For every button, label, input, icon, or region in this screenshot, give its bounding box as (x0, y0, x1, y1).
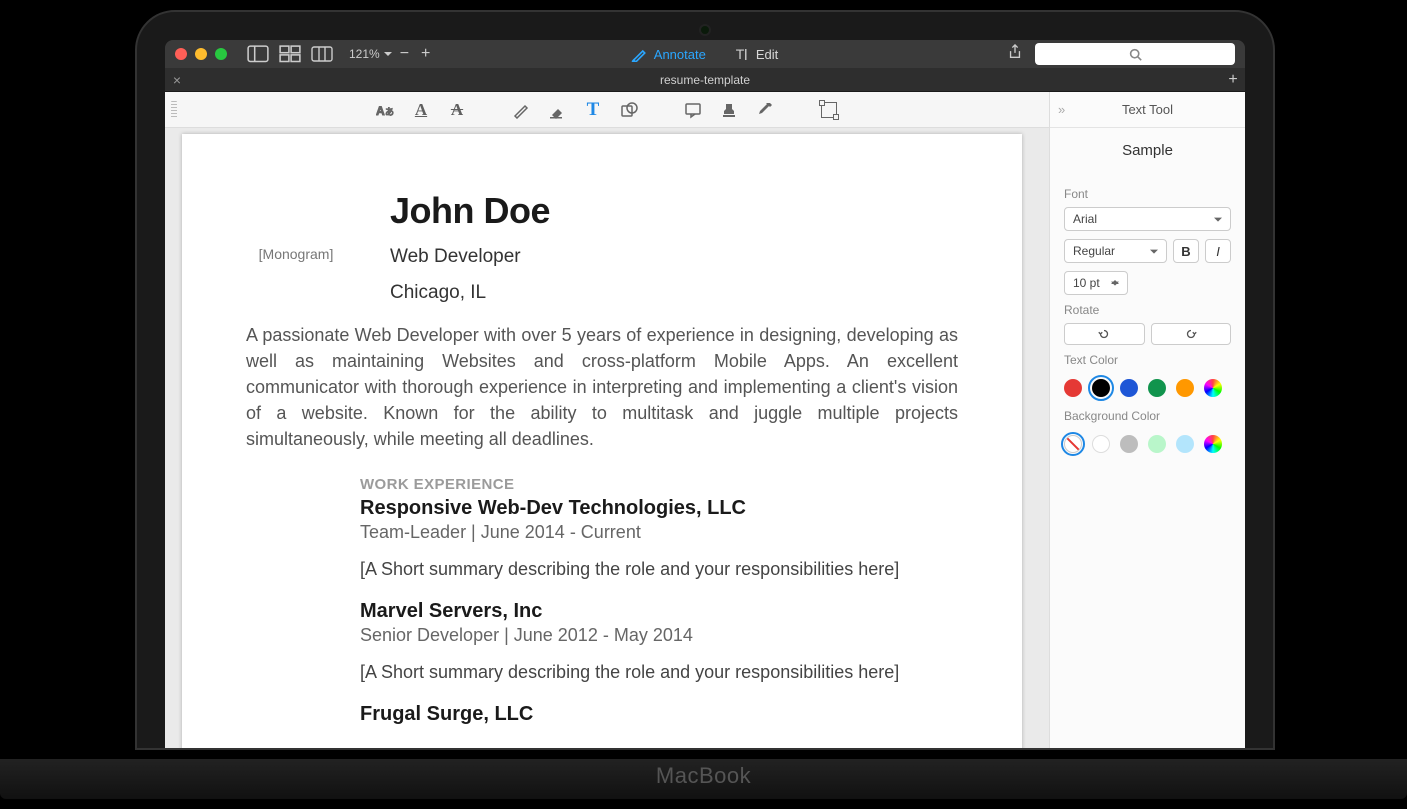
eraser-tool-button[interactable] (546, 99, 568, 121)
resume-role: Web Developer (390, 246, 550, 268)
macbook-frame: 121% − + Annotate T Edit (135, 10, 1275, 750)
bg-color-gray[interactable] (1120, 435, 1138, 453)
rotate-section-label: Rotate (1064, 303, 1231, 317)
strikethrough-button[interactable]: A (446, 99, 468, 121)
search-input[interactable] (1035, 43, 1235, 65)
svg-text:A: A (376, 104, 385, 118)
document-pane: Aあ A A T (165, 92, 1049, 748)
bg-color-swatches (1064, 429, 1231, 457)
resume-name: John Doe (390, 190, 550, 232)
toolbar-handle (171, 101, 177, 119)
text-color-custom[interactable] (1204, 379, 1222, 397)
inspector-sample-preview: Sample (1050, 128, 1245, 173)
inspector-panel: » Text Tool Sample Font Arial Regular B … (1049, 92, 1245, 748)
eyedropper-tool-button[interactable] (754, 99, 776, 121)
share-button[interactable] (1007, 44, 1023, 65)
inspector-header: » Text Tool (1050, 92, 1245, 128)
tab-close-button[interactable]: × (165, 72, 189, 88)
crop-tool-button[interactable] (818, 99, 840, 121)
text-tool-button[interactable]: T (582, 99, 604, 121)
font-size-select[interactable]: 10 pt (1064, 271, 1128, 295)
svg-text:T: T (736, 46, 745, 62)
text-style-button[interactable]: Aあ (374, 99, 396, 121)
pencil-tool-button[interactable] (510, 99, 532, 121)
text-color-green[interactable] (1148, 379, 1166, 397)
text-color-red[interactable] (1064, 379, 1082, 397)
inspector-title: Text Tool (1122, 102, 1173, 117)
inspector-collapse-button[interactable]: » (1058, 102, 1065, 117)
bg-color-custom[interactable] (1204, 435, 1222, 453)
annotation-toolbar: Aあ A A T (165, 92, 1049, 128)
bg-color-green[interactable] (1148, 435, 1166, 453)
macbook-base: MacBook (0, 759, 1407, 799)
macbook-label: MacBook (656, 763, 751, 789)
experience-company: Responsive Web-Dev Technologies, LLC (360, 497, 958, 520)
text-color-black[interactable] (1092, 379, 1110, 397)
font-family-select[interactable]: Arial (1064, 207, 1231, 231)
bg-color-none[interactable] (1064, 435, 1082, 453)
bg-color-label: Background Color (1064, 409, 1231, 423)
search-icon (1129, 48, 1142, 61)
bold-button[interactable]: B (1173, 239, 1199, 263)
resume-summary: A passionate Web Developer with over 5 y… (246, 322, 958, 452)
text-color-orange[interactable] (1176, 379, 1194, 397)
experience-company: Frugal Surge, LLC (360, 703, 958, 726)
minimize-window-button[interactable] (195, 48, 207, 60)
font-section-label: Font (1064, 187, 1231, 201)
resume-location: Chicago, IL (390, 282, 550, 304)
close-window-button[interactable] (175, 48, 187, 60)
experience-summary: [A Short summary describing the role and… (360, 662, 958, 683)
thumbnails-view-button[interactable] (279, 45, 301, 63)
italic-button[interactable]: I (1205, 239, 1231, 263)
font-style-select[interactable]: Regular (1064, 239, 1167, 263)
fullscreen-window-button[interactable] (215, 48, 227, 60)
new-tab-button[interactable]: + (1221, 71, 1245, 89)
text-color-blue[interactable] (1120, 379, 1138, 397)
window-titlebar: 121% − + Annotate T Edit (165, 40, 1245, 68)
document-page: [Monogram] John Doe Web Developer Chicag… (182, 134, 1022, 748)
experience-item: Responsive Web-Dev Technologies, LLC Tea… (360, 497, 958, 580)
rotate-ccw-button[interactable] (1064, 323, 1145, 345)
screen-bezel: 121% − + Annotate T Edit (165, 40, 1245, 748)
main-area: Aあ A A T (165, 92, 1245, 748)
annotate-mode-button[interactable]: Annotate (632, 46, 706, 62)
edit-mode-button[interactable]: T Edit (734, 46, 778, 62)
contact-sheet-view-button[interactable] (311, 45, 333, 63)
zoom-dropdown[interactable]: 121% (349, 47, 392, 61)
rotate-cw-button[interactable] (1151, 323, 1232, 345)
camera-dot (701, 26, 709, 34)
stamp-tool-button[interactable] (718, 99, 740, 121)
text-color-label: Text Color (1064, 353, 1231, 367)
zoom-controls: 121% − + (349, 45, 434, 63)
svg-text:あ: あ (385, 107, 394, 117)
experience-summary: [A Short summary describing the role and… (360, 559, 958, 580)
sidebar-toggle-button[interactable] (247, 45, 269, 63)
experience-role: Senior Developer | June 2012 - May 2014 (360, 625, 958, 646)
experience-company: Marvel Servers, Inc (360, 600, 958, 623)
bg-color-white[interactable] (1092, 435, 1110, 453)
edit-label: Edit (756, 47, 778, 62)
resume-monogram: [Monogram] (246, 246, 346, 262)
app-window: 121% − + Annotate T Edit (165, 40, 1245, 748)
experience-item: Frugal Surge, LLC (360, 703, 958, 726)
tab-bar: × resume-template + (165, 68, 1245, 92)
bg-color-blue[interactable] (1176, 435, 1194, 453)
tab-title: resume-template (660, 73, 750, 87)
underline-button[interactable]: A (410, 99, 432, 121)
annotate-label: Annotate (654, 47, 706, 62)
document-scroll[interactable]: [Monogram] John Doe Web Developer Chicag… (165, 128, 1049, 748)
shape-tool-button[interactable] (618, 99, 640, 121)
zoom-in-button[interactable]: + (417, 45, 434, 63)
zoom-out-button[interactable]: − (396, 45, 413, 63)
text-color-swatches (1064, 373, 1231, 401)
window-controls (175, 48, 227, 60)
experience-role: Team-Leader | June 2014 - Current (360, 522, 958, 543)
note-tool-button[interactable] (682, 99, 704, 121)
section-heading-work: WORK EXPERIENCE (360, 476, 958, 493)
experience-item: Marvel Servers, Inc Senior Developer | J… (360, 600, 958, 683)
